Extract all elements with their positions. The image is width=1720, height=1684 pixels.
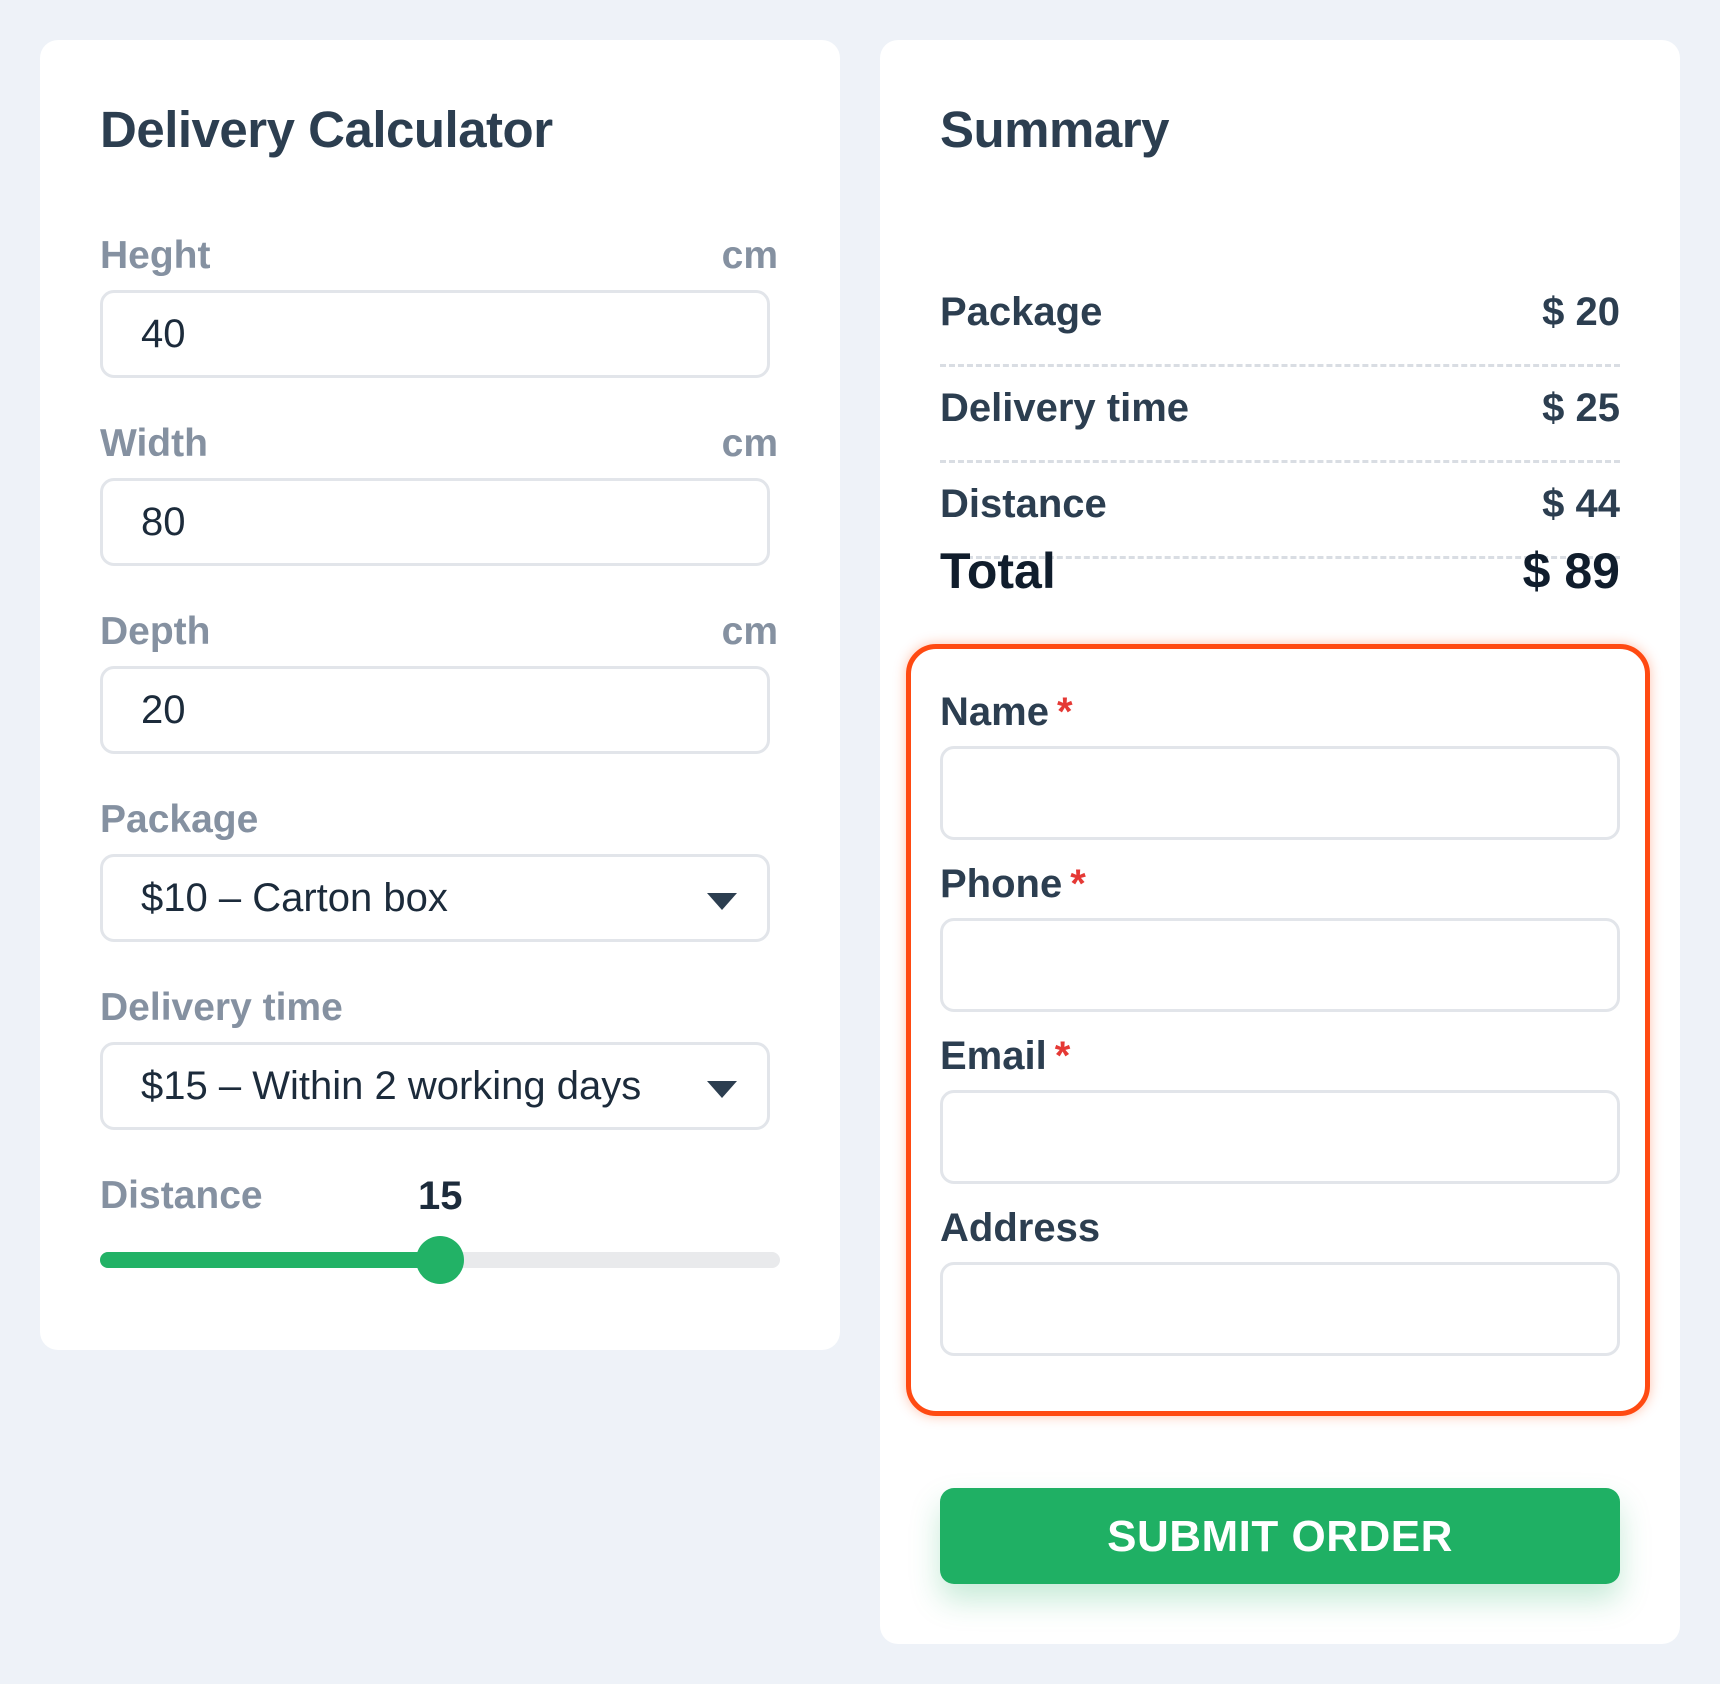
summary-title: Summary <box>940 101 1169 158</box>
width-label: Width <box>100 422 208 465</box>
depth-label: Depth <box>100 610 211 653</box>
slider-thumb[interactable] <box>416 1236 464 1284</box>
required-mark: * <box>1056 690 1073 734</box>
address-input[interactable] <box>940 1262 1620 1356</box>
delivery-time-selected-value: $15 – Within 2 working days <box>141 1064 642 1108</box>
total-value: $ 89 <box>1522 543 1620 599</box>
width-unit: cm <box>721 422 778 465</box>
required-mark: * <box>1070 862 1086 906</box>
summary-row-value: $ 25 <box>1542 386 1620 430</box>
depth-unit: cm <box>721 610 778 653</box>
app-background: Delivery Calculator Heght cm 40 Width cm… <box>0 0 1720 1684</box>
height-unit: cm <box>721 234 778 277</box>
calculator-title: Delivery Calculator <box>100 101 553 158</box>
summary-row-value: $ 20 <box>1542 290 1620 334</box>
address-label: Address <box>940 1206 1101 1250</box>
summary-row-package: Package $ 20 <box>940 272 1620 367</box>
distance-slider[interactable] <box>100 1236 780 1284</box>
distance-label: Distance <box>100 1174 263 1217</box>
email-input[interactable] <box>940 1090 1620 1184</box>
package-selected-value: $10 – Carton box <box>141 876 448 920</box>
phone-label-text: Phone <box>940 862 1063 906</box>
summary-row-label: Package <box>940 290 1103 334</box>
summary-row-delivery-time: Delivery time $ 25 <box>940 368 1620 463</box>
delivery-time-select[interactable]: $15 – Within 2 working days <box>100 1042 770 1130</box>
delivery-time-label: Delivery time <box>100 986 343 1029</box>
summary-row-value: $ 44 <box>1542 482 1620 526</box>
required-mark: * <box>1054 1034 1071 1078</box>
delivery-calculator-card: Delivery Calculator Heght cm 40 Width cm… <box>40 40 840 1350</box>
chevron-down-icon <box>707 1081 737 1098</box>
height-label: Heght <box>100 234 211 277</box>
chevron-down-icon <box>707 893 737 910</box>
width-input[interactable]: 80 <box>100 478 770 566</box>
name-label: Name * <box>940 690 1073 735</box>
submit-order-button[interactable]: SUBMIT ORDER <box>940 1488 1620 1584</box>
summary-total-row: Total $ 89 <box>940 542 1620 612</box>
summary-card: Summary Package $ 20 Delivery time $ 25 … <box>880 40 1680 1644</box>
package-label: Package <box>100 798 259 841</box>
phone-input[interactable] <box>940 918 1620 1012</box>
email-label: Email * <box>940 1034 1070 1079</box>
height-value: 40 <box>141 312 186 356</box>
summary-row-label: Distance <box>940 482 1107 526</box>
distance-value: 15 <box>418 1174 463 1218</box>
phone-label: Phone * <box>940 862 1086 907</box>
total-label: Total <box>940 543 1056 599</box>
name-input[interactable] <box>940 746 1620 840</box>
slider-fill <box>100 1252 440 1268</box>
height-input[interactable]: 40 <box>100 290 770 378</box>
package-select[interactable]: $10 – Carton box <box>100 854 770 942</box>
email-label-text: Email <box>940 1034 1047 1078</box>
depth-value: 20 <box>141 688 186 732</box>
summary-row-label: Delivery time <box>940 386 1190 430</box>
width-value: 80 <box>141 500 186 544</box>
depth-input[interactable]: 20 <box>100 666 770 754</box>
name-label-text: Name <box>940 690 1049 734</box>
